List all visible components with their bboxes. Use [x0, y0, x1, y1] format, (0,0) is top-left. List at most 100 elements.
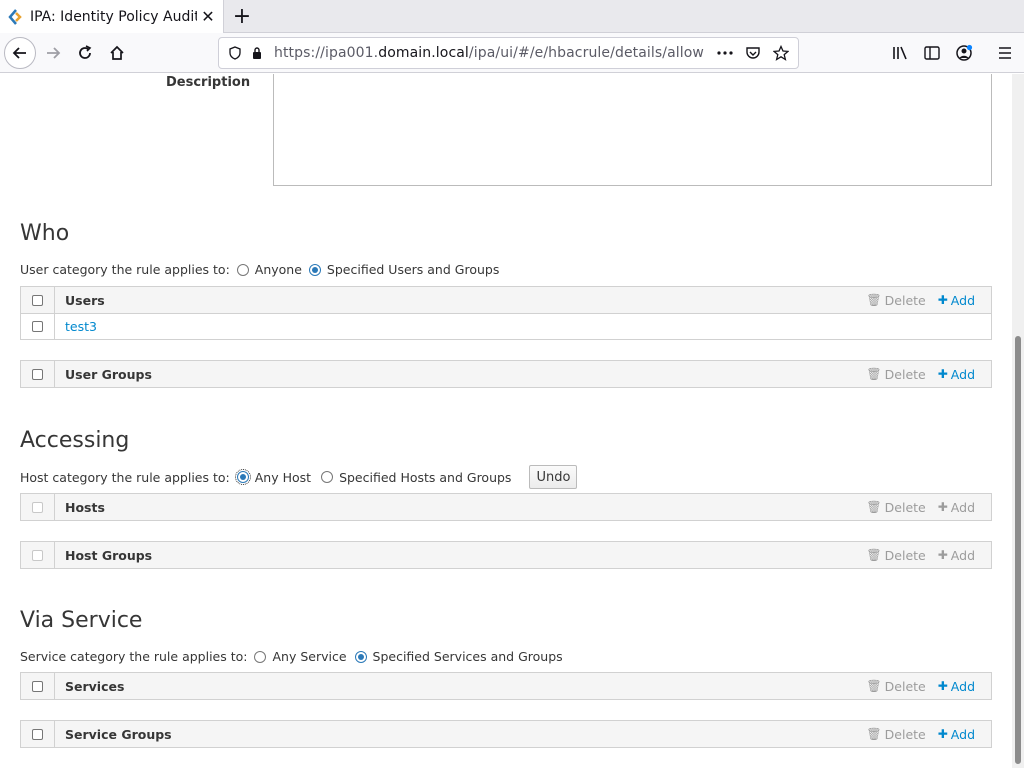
user-groups-table: User Groups 🗑︎ Delete ✚ Add	[20, 360, 992, 388]
radio-any-service[interactable]: Any Service	[254, 649, 347, 664]
url-bar[interactable]: https://ipa001.domain.local/ipa/ui/#/e/h…	[218, 37, 799, 69]
hosts-header-label: Hosts	[65, 499, 105, 515]
hosts-add-button[interactable]: ✚ Add	[938, 500, 975, 515]
plus-icon: ✚	[937, 367, 948, 381]
tab-bar: IPA: Identity Policy Audit ✕ +	[0, 0, 1024, 33]
service-groups-table-header: Service Groups 🗑︎ Delete ✚ Add	[21, 721, 991, 747]
description-textarea[interactable]	[273, 74, 992, 186]
host-groups-add-button[interactable]: ✚ Add	[938, 548, 975, 563]
plus-icon: ✚	[937, 293, 948, 307]
users-delete-button[interactable]: 🗑︎ Delete	[866, 293, 925, 308]
services-select-all-checkbox[interactable]	[32, 680, 43, 692]
hosts-table-header: Hosts 🗑︎ Delete ✚ Add	[21, 494, 991, 520]
sidebar-icon[interactable]	[916, 37, 948, 69]
service-groups-select-all-checkbox[interactable]	[32, 728, 43, 740]
host-category-row: Host category the rule applies to: Any H…	[20, 465, 578, 489]
hosts-table: Hosts 🗑︎ Delete ✚ Add	[20, 493, 992, 521]
hosts-delete-button[interactable]: 🗑︎ Delete	[866, 500, 925, 515]
users-select-all-checkbox[interactable]	[32, 294, 43, 306]
host-groups-header-label: Host Groups	[65, 547, 153, 563]
service-groups-header-label: Service Groups	[65, 726, 172, 742]
accessing-section-title: Accessing	[20, 428, 130, 453]
close-tab-icon[interactable]: ✕	[197, 6, 219, 28]
radio-specified-services[interactable]: Specified Services and Groups	[354, 649, 563, 664]
reload-icon[interactable]	[69, 37, 101, 69]
trash-icon: 🗑︎	[866, 548, 882, 562]
radio-specified-users[interactable]: Specified Users and Groups	[308, 262, 499, 277]
table-row: test3	[21, 313, 991, 339]
service-groups-add-button[interactable]: ✚ Add	[938, 727, 975, 742]
users-table-header: Users 🗑︎ Delete ✚ Add	[21, 287, 991, 313]
page-content: Description Who User category the rule a…	[0, 74, 1012, 768]
users-header-label: Users	[65, 292, 105, 308]
user-link[interactable]: test3	[65, 319, 97, 334]
service-groups-delete-button[interactable]: 🗑︎ Delete	[866, 727, 925, 742]
radio-specified-hosts[interactable]: Specified Hosts and Groups	[321, 470, 511, 485]
service-category-label: Service category the rule applies to:	[20, 649, 248, 664]
scrollbar-thumb[interactable]	[1015, 336, 1021, 764]
user-category-label: User category the rule applies to:	[20, 262, 230, 277]
host-category-label: Host category the rule applies to:	[20, 469, 230, 485]
radio-any-host[interactable]: Any Host	[234, 469, 311, 485]
radio-specified-services-control[interactable]	[354, 650, 367, 663]
plus-icon: ✚	[937, 727, 948, 741]
lock-icon[interactable]	[246, 42, 268, 64]
undo-button[interactable]: Undo	[529, 465, 578, 489]
radio-specified-hosts-control[interactable]	[321, 471, 334, 483]
radio-specified-users-control[interactable]	[308, 263, 321, 276]
back-icon[interactable]	[4, 37, 36, 69]
hosts-select-all-checkbox[interactable]	[32, 501, 43, 513]
page-actions-icon[interactable]	[714, 42, 736, 64]
forward-icon[interactable]	[37, 37, 69, 69]
new-tab-icon[interactable]: +	[230, 4, 254, 29]
page-scrollbar[interactable]	[1012, 74, 1024, 768]
radio-any-service-control[interactable]	[254, 650, 267, 663]
tab-title: IPA: Identity Policy Audit	[30, 8, 197, 25]
plus-icon: ✚	[937, 679, 948, 693]
user-category-row: User category the rule applies to: Anyon…	[20, 262, 499, 277]
services-table-header: Services 🗑︎ Delete ✚ Add	[21, 673, 991, 699]
menu-icon[interactable]	[989, 37, 1021, 69]
trash-icon: 🗑︎	[866, 367, 882, 381]
trash-icon: 🗑︎	[866, 500, 882, 514]
services-add-button[interactable]: ✚ Add	[938, 679, 975, 694]
freeipa-favicon-icon	[8, 8, 24, 25]
browser-tab[interactable]: IPA: Identity Policy Audit ✕	[0, 0, 224, 33]
host-groups-table: Host Groups 🗑︎ Delete ✚ Add	[20, 541, 992, 569]
users-add-button[interactable]: ✚ Add	[938, 293, 975, 308]
library-icon[interactable]	[884, 37, 916, 69]
radio-any-host-control[interactable]	[234, 469, 251, 485]
account-icon[interactable]	[948, 37, 980, 69]
pocket-icon[interactable]	[742, 42, 764, 64]
user-groups-header-label: User Groups	[65, 366, 152, 382]
users-table: Users 🗑︎ Delete ✚ Add test3	[20, 286, 992, 340]
host-groups-delete-button[interactable]: 🗑︎ Delete	[866, 548, 925, 563]
host-groups-table-header: Host Groups 🗑︎ Delete ✚ Add	[21, 542, 991, 568]
trash-icon: 🗑︎	[866, 293, 882, 307]
trash-icon: 🗑︎	[866, 727, 882, 741]
plus-icon: ✚	[937, 500, 948, 514]
service-groups-table: Service Groups 🗑︎ Delete ✚ Add	[20, 720, 992, 748]
service-category-row: Service category the rule applies to: An…	[20, 649, 563, 664]
trash-icon: 🗑︎	[866, 679, 882, 693]
radio-anyone-control[interactable]	[236, 263, 249, 276]
url-text[interactable]: https://ipa001.domain.local/ipa/ui/#/e/h…	[274, 45, 704, 61]
user-groups-add-button[interactable]: ✚ Add	[938, 367, 975, 382]
row-checkbox[interactable]	[32, 321, 43, 332]
navigation-toolbar: https://ipa001.domain.local/ipa/ui/#/e/h…	[0, 33, 1024, 73]
services-table: Services 🗑︎ Delete ✚ Add	[20, 672, 992, 700]
user-groups-select-all-checkbox[interactable]	[32, 368, 43, 380]
user-groups-delete-button[interactable]: 🗑︎ Delete	[866, 367, 925, 382]
radio-anyone[interactable]: Anyone	[236, 262, 302, 277]
description-label: Description	[166, 75, 251, 90]
tracking-shield-icon[interactable]	[224, 42, 246, 64]
who-section-title: Who	[20, 221, 70, 246]
via-service-section-title: Via Service	[20, 608, 143, 633]
bookmark-star-icon[interactable]	[770, 42, 792, 64]
host-groups-select-all-checkbox[interactable]	[32, 549, 43, 561]
user-groups-table-header: User Groups 🗑︎ Delete ✚ Add	[21, 361, 991, 387]
home-icon[interactable]	[101, 37, 133, 69]
services-header-label: Services	[65, 678, 125, 694]
plus-icon: ✚	[937, 548, 948, 562]
services-delete-button[interactable]: 🗑︎ Delete	[866, 679, 925, 694]
